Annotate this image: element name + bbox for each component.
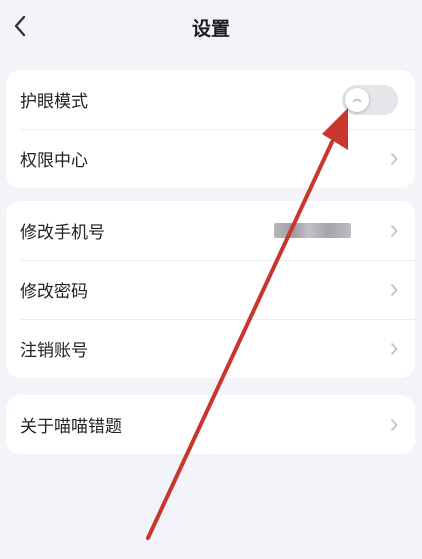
chevron-right-icon [391, 418, 398, 431]
change-password-label: 修改密码 [20, 282, 88, 302]
page-title: 设置 [191, 18, 230, 40]
card-account: 修改手机号 修改密码 注销账号 [6, 201, 415, 378]
chevron-right-icon [391, 342, 398, 355]
chevron-right-icon [391, 152, 398, 165]
row-permission-center[interactable]: 权限中心 [6, 129, 415, 188]
card-about: 关于喵喵错题 [6, 395, 415, 454]
change-phone-label: 修改手机号 [20, 223, 105, 243]
about-label: 关于喵喵错题 [20, 417, 122, 437]
navigation-bar: 设置 [0, 0, 422, 56]
chevron-right-icon [391, 224, 398, 237]
cancel-account-label: 注销账号 [20, 341, 88, 361]
row-change-password[interactable]: 修改密码 [6, 260, 415, 319]
row-change-phone[interactable]: 修改手机号 [6, 201, 415, 260]
eye-mode-toggle[interactable] [342, 84, 398, 115]
chevron-right-icon [391, 283, 398, 296]
row-eye-mode: 护眼模式 [6, 70, 415, 129]
eye-mode-label: 护眼模式 [20, 92, 88, 112]
card-display: 护眼模式 权限中心 [6, 70, 415, 188]
row-about[interactable]: 关于喵喵错题 [6, 395, 415, 454]
permission-center-label: 权限中心 [20, 151, 88, 171]
toggle-knob [345, 87, 369, 112]
masked-phone-number [274, 223, 351, 238]
settings-screen: 设置 护眼模式 权限中心 修改手机号 修改密码 注销账号 关于喵喵错题 [0, 0, 422, 559]
moon-icon [352, 98, 362, 102]
row-cancel-account[interactable]: 注销账号 [6, 319, 415, 378]
